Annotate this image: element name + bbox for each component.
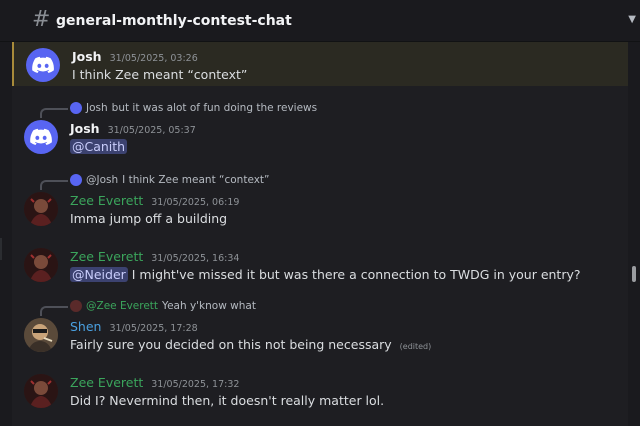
message-author[interactable]: Zee Everett bbox=[70, 193, 143, 208]
user-mention[interactable]: @Neider bbox=[70, 267, 128, 282]
shen-avatar-image bbox=[24, 318, 58, 352]
hash-icon: # bbox=[32, 7, 51, 32]
avatar[interactable] bbox=[24, 318, 58, 352]
zee-avatar-image bbox=[24, 374, 58, 408]
message-author[interactable]: Josh bbox=[72, 49, 102, 64]
message-item[interactable]: Josh but it was alot of fun doing the re… bbox=[12, 98, 628, 158]
message-item[interactable]: @Josh I think Zee meant “context” Zee Ev… bbox=[12, 170, 628, 232]
reply-text: I think Zee meant “context” bbox=[122, 174, 270, 186]
message-content: Imma jump off a building bbox=[70, 211, 228, 226]
reply-connector bbox=[40, 306, 68, 316]
message-timestamp: 31/05/2025, 03:26 bbox=[109, 53, 198, 64]
message-author[interactable]: Josh bbox=[70, 121, 100, 136]
message-content: Did I? Nevermind then, it doesn't really… bbox=[70, 393, 385, 408]
reply-connector bbox=[40, 180, 68, 190]
user-mention[interactable]: @Canith bbox=[70, 139, 128, 154]
avatar[interactable] bbox=[24, 374, 58, 408]
message-timestamp: 31/05/2025, 17:28 bbox=[109, 323, 198, 334]
reply-text: but it was alot of fun doing the reviews bbox=[111, 102, 318, 114]
chevron-down-icon[interactable]: ▼ bbox=[628, 14, 636, 25]
reply-avatar-icon bbox=[70, 102, 82, 114]
message-timestamp: 31/05/2025, 05:37 bbox=[107, 125, 196, 136]
message-item[interactable]: @Zee Everett Yeah y'know what Shen 31/05… bbox=[12, 296, 628, 358]
left-panel-edge bbox=[0, 42, 12, 426]
message-item[interactable]: Josh 31/05/2025, 03:26 I think Zee meant… bbox=[12, 42, 628, 86]
reply-text: Yeah y'know what bbox=[162, 300, 256, 312]
reply-author[interactable]: Josh bbox=[86, 102, 108, 114]
message-content: I might've missed it but was there a con… bbox=[131, 267, 581, 282]
message-author[interactable]: Zee Everett bbox=[70, 375, 143, 390]
reply-avatar-icon bbox=[70, 174, 82, 186]
message-item[interactable]: Zee Everett 31/05/2025, 16:34 @Neider I … bbox=[12, 242, 628, 290]
avatar[interactable] bbox=[24, 248, 58, 282]
channel-name: general-monthly-contest-chat bbox=[56, 12, 292, 29]
discord-logo-icon bbox=[32, 56, 54, 73]
reply-preview[interactable]: @Zee Everett Yeah y'know what bbox=[70, 300, 256, 312]
zee-avatar-image bbox=[24, 248, 58, 282]
reply-preview[interactable]: Josh but it was alot of fun doing the re… bbox=[70, 102, 317, 114]
reply-connector bbox=[40, 108, 68, 118]
reply-preview[interactable]: @Josh I think Zee meant “context” bbox=[70, 174, 270, 186]
message-content: I think Zee meant “context” bbox=[72, 67, 248, 82]
message-timestamp: 31/05/2025, 06:19 bbox=[151, 197, 240, 208]
message-list: Josh 31/05/2025, 03:26 I think Zee meant… bbox=[12, 42, 628, 426]
message-author[interactable]: Shen bbox=[70, 319, 101, 334]
avatar[interactable] bbox=[24, 192, 58, 226]
discord-logo-icon bbox=[30, 128, 52, 145]
message-content: Fairly sure you decided on this not bein… bbox=[70, 337, 392, 352]
panel-resize-handle[interactable] bbox=[0, 238, 2, 260]
message-author[interactable]: Zee Everett bbox=[70, 249, 143, 264]
edited-marker: (edited) bbox=[399, 342, 432, 351]
reply-avatar-icon bbox=[70, 300, 82, 312]
scrollbar[interactable] bbox=[628, 42, 640, 426]
scrollbar-thumb[interactable] bbox=[632, 266, 636, 282]
reply-author[interactable]: @Josh bbox=[86, 174, 118, 186]
message-item[interactable]: Zee Everett 31/05/2025, 17:32 Did I? Nev… bbox=[12, 368, 628, 416]
channel-header: # general-monthly-contest-chat ▼ bbox=[0, 0, 640, 42]
avatar[interactable] bbox=[26, 48, 60, 82]
message-timestamp: 31/05/2025, 16:34 bbox=[151, 253, 240, 264]
zee-avatar-image bbox=[24, 192, 58, 226]
message-timestamp: 31/05/2025, 17:32 bbox=[151, 379, 240, 390]
avatar[interactable] bbox=[24, 120, 58, 154]
reply-author[interactable]: @Zee Everett bbox=[86, 300, 158, 312]
